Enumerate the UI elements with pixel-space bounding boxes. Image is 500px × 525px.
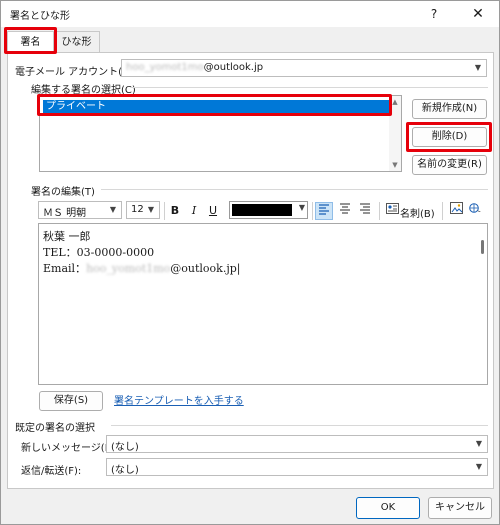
align-right-icon[interactable] [356, 202, 374, 220]
chevron-down-icon: ▼ [475, 462, 483, 471]
email-account-select[interactable]: hoo_yomot1mo@outlook.jp ▼ [121, 59, 487, 77]
list-item[interactable]: プライベート [43, 100, 389, 113]
tab-strip: 署名 ひな形 [7, 31, 495, 53]
chevron-down-icon: ▼ [147, 205, 155, 214]
format-toolbar: ＭＳ 明朝 ▼ 12 ▼ B I U ▼ 名刺(B) [38, 199, 488, 223]
select-signature-label: 編集する署名の選択(C) [31, 85, 136, 96]
toolbar-separator [312, 202, 313, 220]
signatures-dialog: 署名とひな形 ? ✕ 署名 ひな形 電子メール アカウント(A): hoo_yo… [0, 0, 500, 525]
font-select[interactable]: ＭＳ 明朝 ▼ [38, 201, 122, 219]
ok-button[interactable]: OK [356, 497, 420, 519]
rename-signature-button[interactable]: 名前の変更(R) [412, 155, 487, 175]
signature-template-link[interactable]: 署名テンプレートを入手する [114, 392, 244, 407]
divider [101, 189, 488, 190]
dialog-title: 署名とひな形 [10, 11, 70, 22]
editor-scrollbar[interactable] [481, 240, 484, 254]
underline-button[interactable]: U [204, 202, 222, 220]
replies-select[interactable]: (なし) ▼ [106, 458, 488, 476]
scroll-up-icon[interactable]: ▲ [389, 96, 401, 108]
help-button[interactable]: ? [417, 1, 451, 27]
font-size-select[interactable]: 12 ▼ [126, 201, 160, 219]
new-signature-button[interactable]: 新規作成(N) [412, 99, 487, 119]
close-button[interactable]: ✕ [458, 1, 498, 27]
email-account-label: 電子メール アカウント(A): [15, 67, 137, 78]
new-messages-select[interactable]: (なし) ▼ [106, 435, 488, 453]
insert-picture-icon[interactable] [447, 202, 465, 220]
save-button[interactable]: 保存(S) [39, 391, 103, 411]
signature-tel-line: TEL：03-0000-0000 [43, 246, 155, 259]
signature-list[interactable]: プライベート ▲ ▼ [39, 95, 402, 172]
font-color-select[interactable]: ▼ [229, 201, 308, 219]
title-bar: 署名とひな形 ? ✕ [1, 1, 499, 27]
tab-stationery[interactable]: ひな形 [53, 31, 100, 53]
chevron-down-icon: ▼ [298, 203, 305, 212]
divider [131, 87, 488, 88]
signature-name-line: 秋葉 一郎 [43, 230, 91, 243]
default-signature-heading: 既定の署名の選択 [15, 423, 95, 434]
chevron-down-icon: ▼ [475, 439, 483, 448]
business-card-icon[interactable] [383, 202, 401, 220]
email-account-domain: @outlook.jp [203, 62, 264, 73]
list-scrollbar[interactable]: ▲ ▼ [389, 96, 401, 171]
delete-signature-button[interactable]: 削除(D) [412, 127, 487, 147]
cancel-button[interactable]: キャンセル [428, 497, 492, 519]
toolbar-separator [379, 202, 380, 220]
align-center-icon[interactable] [336, 202, 354, 220]
align-left-icon[interactable] [315, 202, 333, 220]
toolbar-separator [164, 202, 165, 220]
signature-editor[interactable]: 秋葉 一郎 TEL：03-0000-0000 Email：hoo_yomot1m… [38, 223, 488, 385]
toolbar-separator [442, 202, 443, 220]
tab-signatures[interactable]: 署名 [7, 31, 54, 53]
chevron-down-icon: ▼ [109, 205, 117, 214]
italic-button[interactable]: I [185, 202, 203, 220]
insert-hyperlink-icon[interactable] [466, 202, 484, 220]
email-obscured: hoo_yomot1mo [86, 262, 171, 275]
font-color-swatch [232, 204, 292, 216]
chevron-down-icon: ▼ [474, 63, 482, 72]
signature-email-line: Email：hoo_yomot1mo@outlook.jp| [43, 262, 241, 275]
divider [111, 425, 488, 426]
edit-signature-label: 署名の編集(T) [31, 187, 95, 198]
bold-button[interactable]: B [166, 202, 184, 220]
replies-label: 返信/転送(F): [21, 466, 82, 477]
business-card-button[interactable]: 名刺(B) [400, 205, 435, 220]
scroll-down-icon[interactable]: ▼ [389, 159, 401, 171]
email-account-obscured: hoo_yomot1mo [126, 62, 204, 73]
